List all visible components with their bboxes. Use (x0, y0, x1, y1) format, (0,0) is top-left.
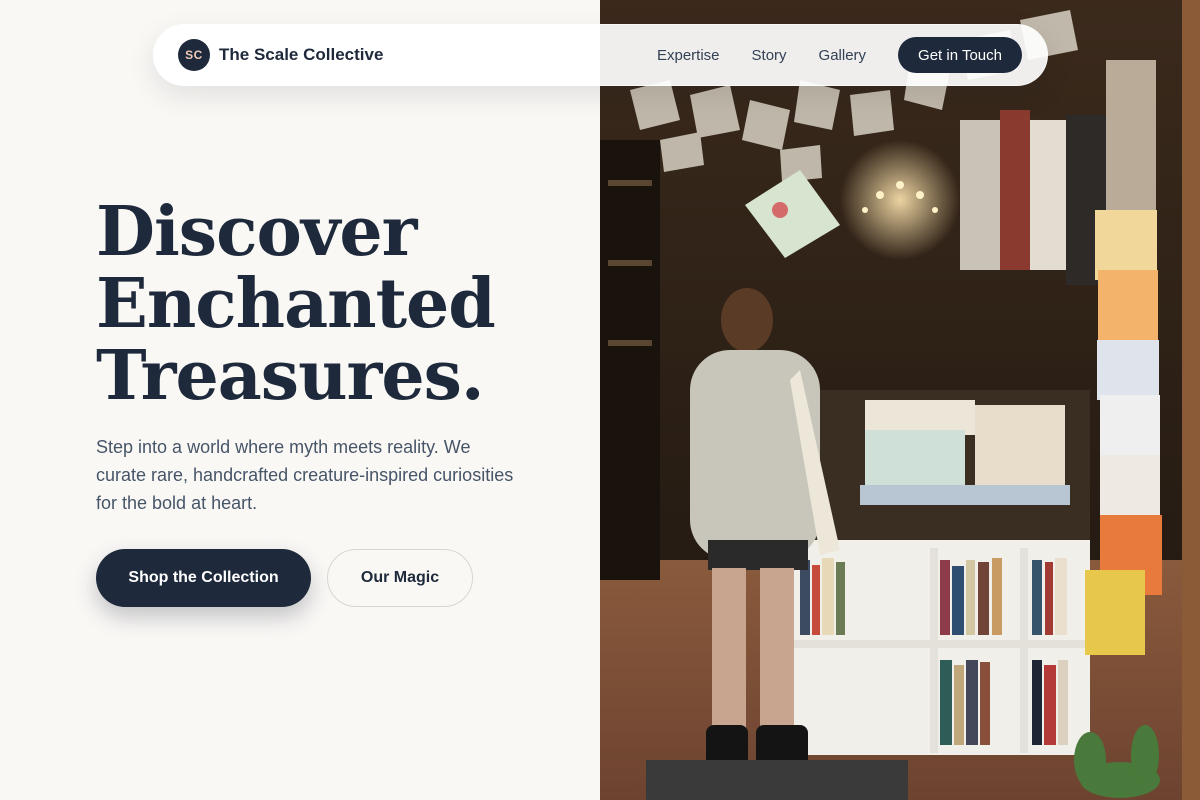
hero-title-line-2: Enchanted (96, 264, 496, 344)
hero-title: Discover Enchanted Treasures. (96, 196, 576, 412)
shop-collection-button[interactable]: Shop the Collection (96, 549, 311, 607)
brand-name[interactable]: The Scale Collective (219, 45, 383, 65)
hero-title-line-1: Discover (96, 192, 417, 272)
hero-photo (600, 0, 1200, 800)
top-nav: SC The Scale Collective Expertise Story … (153, 24, 1048, 86)
brand-logo[interactable]: SC (178, 39, 210, 71)
bookshop-photo-illustration (600, 0, 1200, 800)
nav-link-expertise[interactable]: Expertise (657, 47, 720, 64)
our-magic-button[interactable]: Our Magic (327, 549, 473, 607)
hero-subtitle: Step into a world where myth meets reali… (96, 437, 514, 513)
nav-links: Expertise Story Gallery Get in Touch (657, 37, 1023, 73)
hero-title-line-3: Treasures. (96, 336, 485, 416)
nav-link-story[interactable]: Story (752, 47, 787, 64)
get-in-touch-button[interactable]: Get in Touch (898, 37, 1022, 73)
nav-link-gallery[interactable]: Gallery (819, 47, 867, 64)
brand-initials: SC (185, 48, 203, 62)
